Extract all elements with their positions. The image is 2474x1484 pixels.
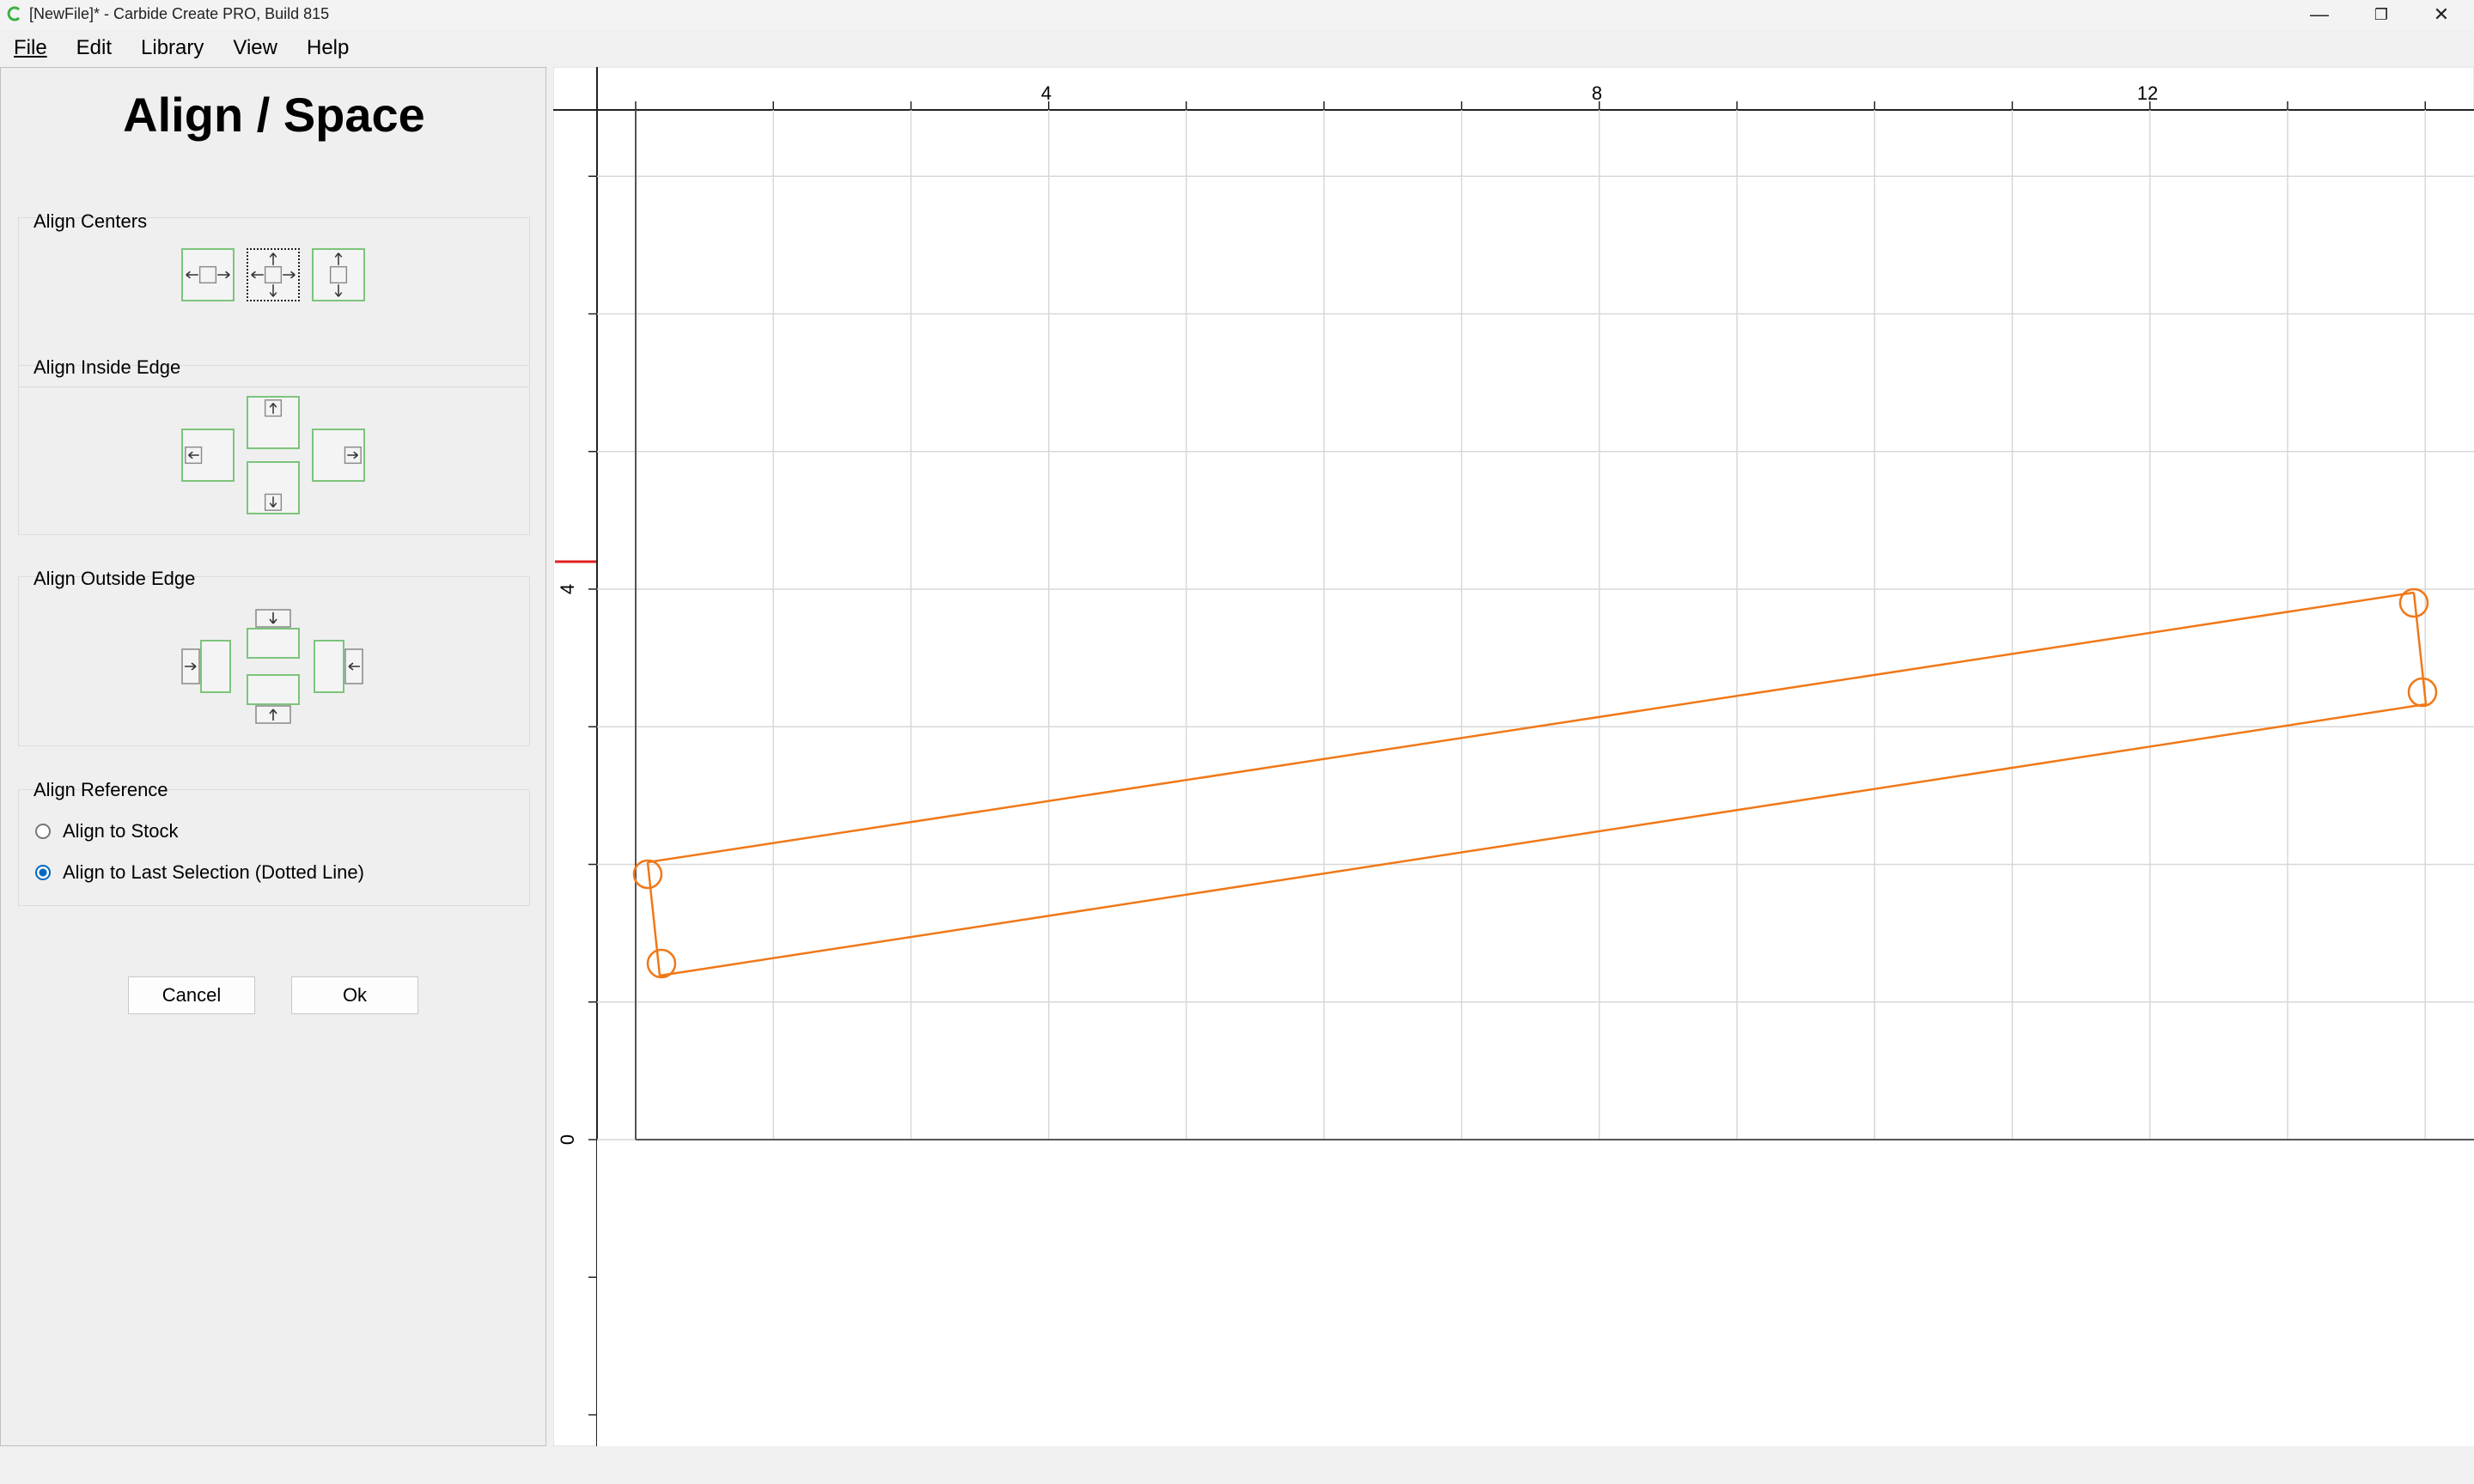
- align-inside-left-button[interactable]: [181, 429, 235, 482]
- align-space-panel: Align / Space Align Centers Align Inside…: [0, 67, 546, 1446]
- menu-view[interactable]: View: [233, 36, 277, 60]
- cancel-button[interactable]: Cancel: [128, 976, 255, 1014]
- align-outside-right-button[interactable]: [314, 640, 344, 693]
- align-center-horizontal-icon: [186, 265, 230, 284]
- align-center-both-icon: [251, 252, 296, 297]
- align-right-icon: [344, 446, 362, 465]
- align-outside-label: Align Outside Edge: [34, 568, 196, 589]
- align-outside-top-button[interactable]: [247, 628, 300, 659]
- radio-last-selection-label: Align to Last Selection (Dotted Line): [63, 861, 364, 883]
- align-inside-right-button[interactable]: [312, 429, 365, 482]
- align-top-icon: [264, 399, 283, 417]
- align-center-vertical-button[interactable]: [312, 248, 365, 301]
- menu-bar: File Edit Library View Help: [0, 31, 2474, 65]
- align-center-horizontal-button[interactable]: [181, 248, 235, 301]
- arrow-left-icon: [344, 648, 363, 684]
- align-inside-bottom-button[interactable]: [247, 461, 300, 514]
- menu-edit[interactable]: Edit: [76, 36, 112, 60]
- menu-library[interactable]: Library: [141, 36, 204, 60]
- window-title: [NewFile]* - Carbide Create PRO, Build 8…: [29, 5, 330, 22]
- align-inside-label: Align Inside Edge: [34, 356, 181, 378]
- below-stock-area: [597, 1140, 2474, 1446]
- align-center-both-button[interactable]: [247, 248, 300, 301]
- arrow-right-icon: [181, 648, 200, 684]
- menu-file[interactable]: File: [14, 36, 47, 60]
- title-bar: [NewFile]* - Carbide Create PRO, Build 8…: [0, 0, 2474, 29]
- radio-stock-indicator[interactable]: [35, 824, 51, 839]
- arrow-down-icon: [255, 609, 291, 628]
- panel-title: Align / Space: [123, 88, 425, 142]
- align-reference-label: Align Reference: [34, 779, 168, 800]
- radio-align-to-last-selection[interactable]: Align to Last Selection (Dotted Line): [35, 861, 364, 884]
- ok-button[interactable]: Ok: [291, 976, 418, 1014]
- align-outside-right-icon: [315, 642, 343, 691]
- align-bottom-icon: [264, 493, 283, 511]
- horizontal-ruler[interactable]: [553, 67, 2474, 111]
- menu-help[interactable]: Help: [307, 36, 349, 60]
- align-center-vertical-icon: [329, 252, 348, 297]
- radio-stock-label: Align to Stock: [63, 820, 179, 842]
- minimize-button[interactable]: —: [2290, 0, 2349, 29]
- align-left-icon: [185, 446, 203, 465]
- radio-align-to-stock[interactable]: Align to Stock: [35, 820, 179, 842]
- align-outside-left-button[interactable]: [200, 640, 231, 693]
- ruler-y-label-4: 4: [557, 584, 578, 594]
- align-reference-group: [18, 789, 530, 906]
- design-canvas[interactable]: 4 8 12 4 0: [553, 67, 2474, 1446]
- ruler-x-label-8: 8: [1592, 82, 1602, 104]
- carbide-logo-icon: [7, 6, 21, 21]
- align-centers-label: Align Centers: [34, 210, 148, 232]
- arrow-up-icon: [255, 705, 291, 724]
- align-outside-bottom-button[interactable]: [247, 674, 300, 705]
- restore-button[interactable]: ❐: [2352, 0, 2410, 29]
- align-outside-left-icon: [202, 642, 229, 691]
- ruler-x-label-12: 12: [2137, 82, 2158, 104]
- close-button[interactable]: ✕: [2412, 0, 2471, 29]
- ruler-x-label-4: 4: [1041, 82, 1051, 104]
- align-outside-bottom-icon: [248, 676, 298, 703]
- align-outside-top-icon: [248, 629, 298, 657]
- vertical-ruler[interactable]: [553, 67, 598, 1446]
- radio-last-selection-indicator[interactable]: [35, 865, 51, 880]
- ruler-y-label-0: 0: [557, 1134, 578, 1145]
- align-inside-top-button[interactable]: [247, 396, 300, 449]
